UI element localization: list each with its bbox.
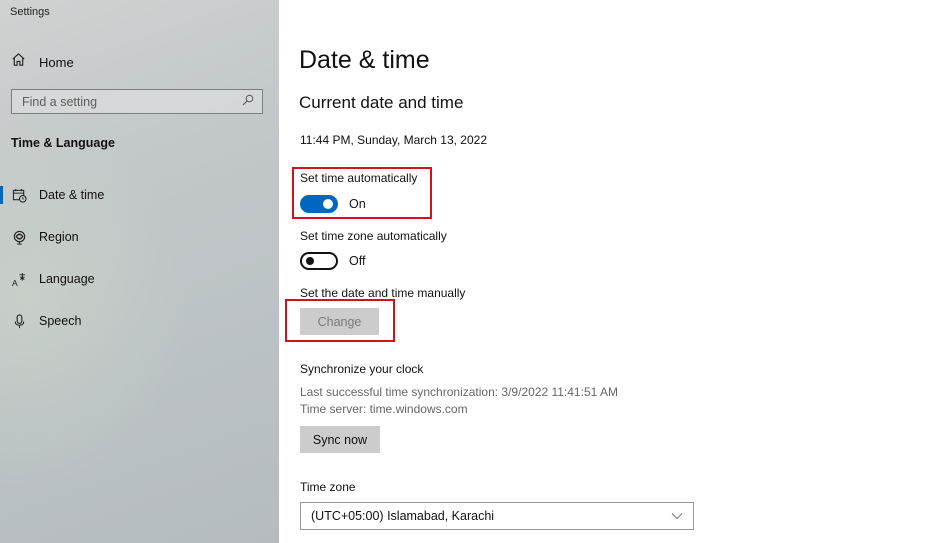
window-title: Settings <box>10 6 50 18</box>
svg-text:A: A <box>12 278 18 287</box>
globe-icon <box>11 229 27 245</box>
microphone-icon <box>11 313 27 329</box>
sidebar-home[interactable]: Home <box>11 52 74 72</box>
sidebar-item-language[interactable]: A Language <box>0 268 279 290</box>
search-input[interactable] <box>22 94 222 109</box>
chevron-down-icon <box>671 507 683 525</box>
home-icon <box>11 52 26 72</box>
sidebar-item-label: Region <box>39 230 79 244</box>
set-timezone-auto-toggle[interactable] <box>300 252 338 270</box>
set-timezone-auto-label: Set time zone automatically <box>300 229 447 243</box>
set-time-auto-row: On <box>300 194 366 214</box>
sidebar-item-label: Speech <box>39 314 82 328</box>
last-sync-text: Last successful time synchronization: 3/… <box>300 385 618 399</box>
current-datetime: 11:44 PM, Sunday, March 13, 2022 <box>300 133 488 147</box>
change-button[interactable]: Change <box>300 308 379 335</box>
search-box[interactable] <box>11 89 263 114</box>
sidebar-item-label: Language <box>39 272 95 286</box>
search-icon[interactable] <box>242 93 254 111</box>
page-title: Date & time <box>299 46 430 74</box>
sidebar-item-label: Date & time <box>39 188 105 202</box>
language-icon: A <box>11 271 27 287</box>
time-zone-value: (UTC+05:00) Islamabad, Karachi <box>311 509 495 523</box>
sync-title: Synchronize your clock <box>300 362 424 376</box>
set-time-auto-label: Set time automatically <box>300 171 418 185</box>
home-label: Home <box>39 54 74 70</box>
sidebar-item-region[interactable]: Region <box>0 226 279 248</box>
set-time-auto-state: On <box>349 197 366 211</box>
toggle-knob <box>306 257 314 265</box>
section-title: Time & Language <box>11 136 115 150</box>
sidebar-item-date-time[interactable]: Date & time <box>0 184 279 206</box>
set-timezone-auto-row: Off <box>300 251 365 271</box>
time-zone-label: Time zone <box>300 480 356 494</box>
sync-now-button[interactable]: Sync now <box>300 426 380 453</box>
sidebar-item-speech[interactable]: Speech <box>0 310 279 332</box>
set-time-auto-toggle[interactable] <box>300 195 338 213</box>
calendar-clock-icon <box>11 187 27 203</box>
time-zone-select[interactable]: (UTC+05:00) Islamabad, Karachi <box>300 502 694 530</box>
sidebar: Settings Home Time & Language Date & tim… <box>0 0 279 543</box>
set-timezone-auto-state: Off <box>349 254 366 268</box>
section-heading-current: Current date and time <box>299 93 464 112</box>
main-content: Date & time Current date and time 11:44 … <box>279 0 952 543</box>
time-server-text: Time server: time.windows.com <box>300 402 468 416</box>
toggle-knob <box>323 199 333 209</box>
manual-date-time-label: Set the date and time manually <box>300 286 466 300</box>
